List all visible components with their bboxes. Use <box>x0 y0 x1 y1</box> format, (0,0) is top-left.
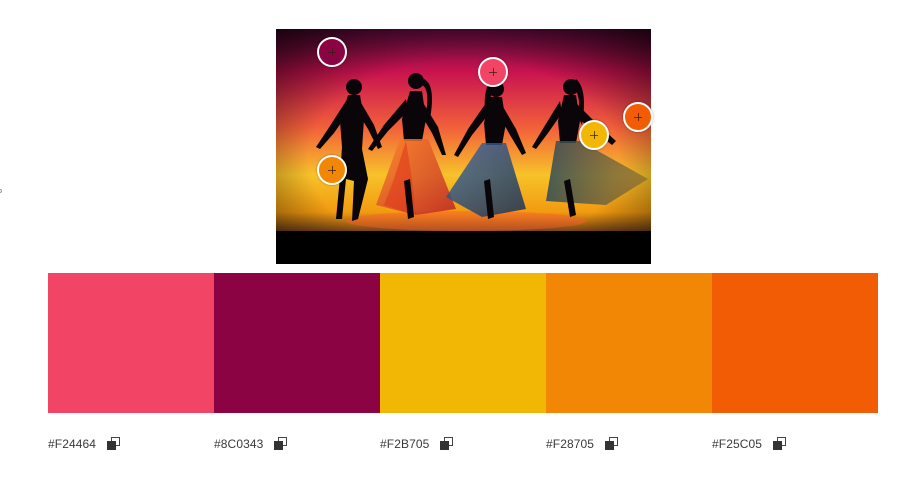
source-image-area <box>276 29 653 264</box>
crosshair-icon <box>328 166 336 174</box>
copy-icon[interactable] <box>604 436 620 452</box>
hex-code: #F25C05 <box>712 437 763 451</box>
color-swatch[interactable] <box>712 273 878 413</box>
swatch-label: #8C0343 <box>214 434 380 454</box>
hex-code: #F28705 <box>546 437 595 451</box>
color-picker-handle[interactable] <box>579 120 609 150</box>
copy-icon[interactable] <box>772 436 788 452</box>
copy-icon[interactable] <box>273 436 289 452</box>
hex-code: #8C0343 <box>214 437 264 451</box>
crosshair-icon <box>634 113 642 121</box>
color-swatch[interactable] <box>48 273 214 413</box>
color-swatch[interactable] <box>380 273 546 413</box>
color-swatch[interactable] <box>546 273 712 413</box>
swatch-label: #F28705 <box>546 434 712 454</box>
palette-labels: #F24464 #8C0343 #F2B705 #F28705 #F25C05 <box>48 434 878 454</box>
copy-icon[interactable] <box>106 436 122 452</box>
hex-code: #F2B705 <box>380 437 430 451</box>
hex-code: #F24464 <box>48 437 97 451</box>
copy-icon[interactable] <box>439 436 455 452</box>
edge-handle[interactable] <box>0 189 2 193</box>
crosshair-icon <box>590 131 598 139</box>
color-picker-handle[interactable] <box>317 155 347 185</box>
color-picker-handle[interactable] <box>317 37 347 67</box>
palette-page: #F24464 #8C0343 #F2B705 #F28705 #F25C05 <box>0 0 909 477</box>
color-picker-handle[interactable] <box>623 102 653 132</box>
color-picker-handle[interactable] <box>478 57 508 87</box>
color-swatch[interactable] <box>214 273 380 413</box>
swatch-label: #F2B705 <box>380 434 546 454</box>
palette-swatches <box>48 273 878 413</box>
crosshair-icon <box>328 48 336 56</box>
swatch-label: #F25C05 <box>712 434 878 454</box>
crosshair-icon <box>489 68 497 76</box>
swatch-label: #F24464 <box>48 434 214 454</box>
